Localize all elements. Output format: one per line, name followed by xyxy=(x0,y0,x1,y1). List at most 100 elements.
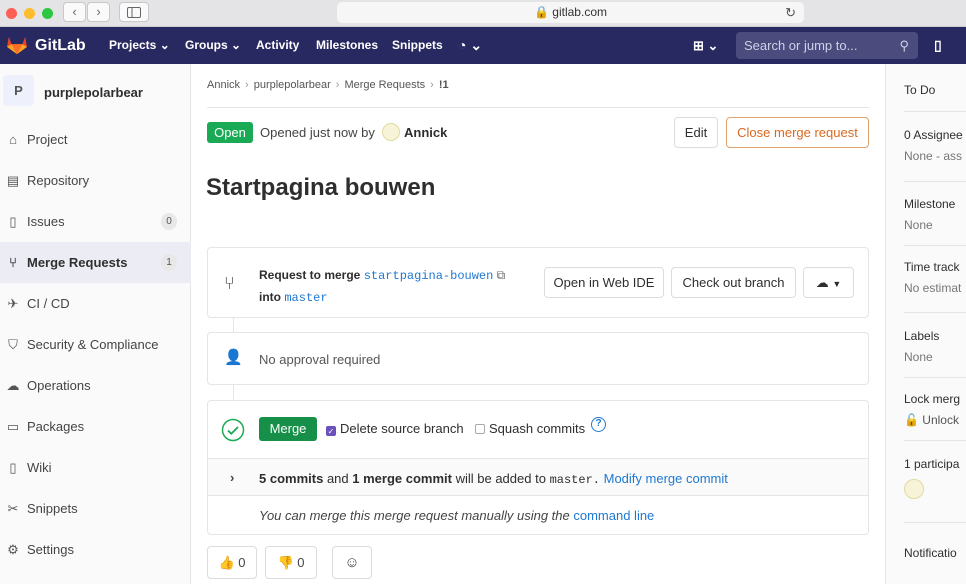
delete-source-branch-checkbox[interactable]: ✓ Delete source branch xyxy=(326,421,464,436)
book-icon: ▤ xyxy=(6,173,20,188)
sidebar-item-wiki[interactable]: ▯ Wiki xyxy=(0,447,191,488)
nav-groups[interactable]: Groups ⌄ xyxy=(185,27,241,64)
sidebar-item-issues[interactable]: ▯ Issues 0 xyxy=(0,201,191,242)
notifications-section[interactable]: Notificatio xyxy=(904,546,966,560)
sidebar-item-project[interactable]: ⌂ Project xyxy=(0,119,191,160)
open-in-web-ide-button[interactable]: Open in Web IDE xyxy=(544,267,664,298)
breadcrumb-mr-id[interactable]: !1 xyxy=(439,79,449,91)
assignee-section[interactable]: 0 Assignee None - ass xyxy=(904,128,966,163)
sidebar-item-security[interactable]: ⛉ Security & Compliance xyxy=(0,324,191,365)
chevron-right-icon[interactable]: › xyxy=(230,470,234,485)
sidebar-item-snippets[interactable]: ✂ Snippets xyxy=(0,488,191,529)
search-input[interactable]: Search or jump to... ⚲ xyxy=(736,32,918,59)
download-dropdown-button[interactable]: ☁ ▼ xyxy=(803,267,854,298)
opened-text: Opened just now by xyxy=(260,125,375,140)
checkmark-icon: ✓ xyxy=(326,426,336,436)
thumbs-up-icon: 👍 xyxy=(218,555,235,570)
header-divider xyxy=(207,107,869,108)
scissors-icon: ✂ xyxy=(7,501,19,516)
project-sidebar: P purplepolarbear ⌂ Project ▤ Repository ▯… xyxy=(0,64,191,584)
add-reaction-button[interactable]: ☺ xyxy=(332,546,372,579)
rocket-icon: ✈ xyxy=(7,296,19,311)
book-icon: ▯ xyxy=(9,460,17,475)
merge-widget: Merge ✓ Delete source branch Squash commi… xyxy=(207,400,869,535)
sidebar-item-packages[interactable]: ▭ Packages xyxy=(0,406,191,447)
package-icon: ▭ xyxy=(6,419,20,434)
approval-user-icon: 👤 xyxy=(224,349,243,366)
issues-icon: ▯ xyxy=(9,214,17,229)
brand-name[interactable]: GitLab xyxy=(35,27,86,64)
lock-icon: 🔒 xyxy=(534,5,549,19)
merge-button[interactable]: Merge xyxy=(259,417,317,441)
avatar[interactable] xyxy=(904,479,924,499)
close-merge-request-button[interactable]: Close merge request xyxy=(726,117,869,148)
author-link[interactable]: Annick xyxy=(382,122,447,143)
page-title: Startpagina bouwen xyxy=(206,174,436,201)
close-window-icon[interactable] xyxy=(6,8,17,19)
smiley-icon: ☺ xyxy=(344,554,360,571)
url-text: gitlab.com xyxy=(552,5,607,19)
merge-requests-count-badge: 1 xyxy=(161,254,177,271)
sidebar-item-merge-requests[interactable]: ⑂ Merge Requests 1 xyxy=(0,242,191,283)
browser-toolbar: ‹ › 🔒 gitlab.com ↻ xyxy=(0,0,966,27)
timeline-connector xyxy=(233,318,234,332)
time-tracking-section[interactable]: Time track No estimat xyxy=(904,260,966,295)
project-header[interactable]: P purplepolarbear xyxy=(0,64,191,118)
breadcrumb-annick[interactable]: Annick xyxy=(207,79,240,91)
cloud-gear-icon: ☁ xyxy=(6,378,20,393)
labels-section[interactable]: Labels None xyxy=(904,329,966,364)
check-out-branch-button[interactable]: Check out branch xyxy=(671,267,796,298)
download-cloud-icon: ☁ xyxy=(815,275,829,290)
issues-shortcut-icon[interactable]: ▯ xyxy=(934,27,942,64)
breadcrumb: Annick › purplepolarbear › Merge Requests › !1 xyxy=(207,79,449,91)
breadcrumb-project[interactable]: purplepolarbear xyxy=(254,79,331,91)
address-bar[interactable]: 🔒 gitlab.com ↻ xyxy=(337,2,804,23)
help-icon[interactable]: ? xyxy=(591,417,606,432)
minimize-window-icon[interactable] xyxy=(24,8,35,19)
thumbs-down-button[interactable]: 👎 0 xyxy=(265,546,317,579)
sidebar-item-ci-cd[interactable]: ✈ CI / CD xyxy=(0,283,191,324)
nav-snippets[interactable]: Snippets xyxy=(392,27,443,64)
breadcrumb-merge-requests[interactable]: Merge Requests xyxy=(344,79,425,91)
avatar xyxy=(382,123,400,141)
issues-count-badge: 0 xyxy=(161,213,177,230)
project-name: purplepolarbear xyxy=(44,85,143,100)
gear-icon: ⚙ xyxy=(7,542,19,557)
nav-milestones[interactable]: Milestones xyxy=(316,27,378,64)
sidebar-item-operations[interactable]: ☁ Operations xyxy=(0,365,191,406)
maximize-window-icon[interactable] xyxy=(42,8,53,19)
modify-merge-commit-link[interactable]: Modify merge commit xyxy=(604,471,728,486)
merge-request-page: Annick › purplepolarbear › Merge Requests › !1… xyxy=(192,64,884,584)
nav-projects[interactable]: Projects ⌄ xyxy=(109,27,170,64)
milestone-section[interactable]: Milestone None xyxy=(904,197,966,232)
check-circle-icon xyxy=(221,418,245,442)
top-navbar: GitLab Projects ⌄ Groups ⌄ Activity Mile… xyxy=(0,27,966,64)
todo-button[interactable]: To Do xyxy=(904,83,966,97)
nav-activity[interactable]: Activity xyxy=(256,27,299,64)
commit-summary-row: › 5 commits and 1 merge commit will be a… xyxy=(208,458,868,496)
thumbs-up-button[interactable]: 👍 0 xyxy=(207,546,257,579)
target-branch-link[interactable]: master xyxy=(284,291,327,305)
git-merge-icon: ⑂ xyxy=(224,273,235,293)
back-icon[interactable]: ‹ xyxy=(63,2,86,22)
copy-branch-icon[interactable]: ⧉ xyxy=(497,268,506,282)
forward-icon[interactable]: › xyxy=(87,2,110,22)
caret-down-icon: ▼ xyxy=(832,279,842,289)
sidebar-item-repository[interactable]: ▤ Repository xyxy=(0,160,191,201)
lock-section[interactable]: Lock merg 🔓 Unlock xyxy=(904,392,966,427)
dashboard-gauge-icon[interactable]: ◔ ⌄ xyxy=(458,27,482,64)
sidebar-toggle-icon[interactable] xyxy=(119,2,149,22)
approval-text: No approval required xyxy=(259,352,381,367)
search-icon: ⚲ xyxy=(899,38,909,53)
merge-info-card: ⑂ Request to merge startpagina-bouwen ⧉ … xyxy=(207,247,869,318)
command-line-link[interactable]: command line xyxy=(573,508,654,523)
manual-merge-text: You can merge this merge request manuall… xyxy=(259,508,655,523)
new-item-plus-icon[interactable]: ⊞ ⌄ xyxy=(693,27,718,64)
approval-card: 👤 No approval required xyxy=(207,332,869,385)
source-branch-link[interactable]: startpagina-bouwen xyxy=(364,269,494,283)
sidebar-item-settings[interactable]: ⚙ Settings xyxy=(0,529,191,570)
gitlab-logo-icon[interactable] xyxy=(6,35,28,55)
squash-commits-checkbox[interactable]: Squash commits xyxy=(475,421,585,436)
edit-button[interactable]: Edit xyxy=(674,117,718,148)
reload-icon[interactable]: ↻ xyxy=(785,2,796,23)
